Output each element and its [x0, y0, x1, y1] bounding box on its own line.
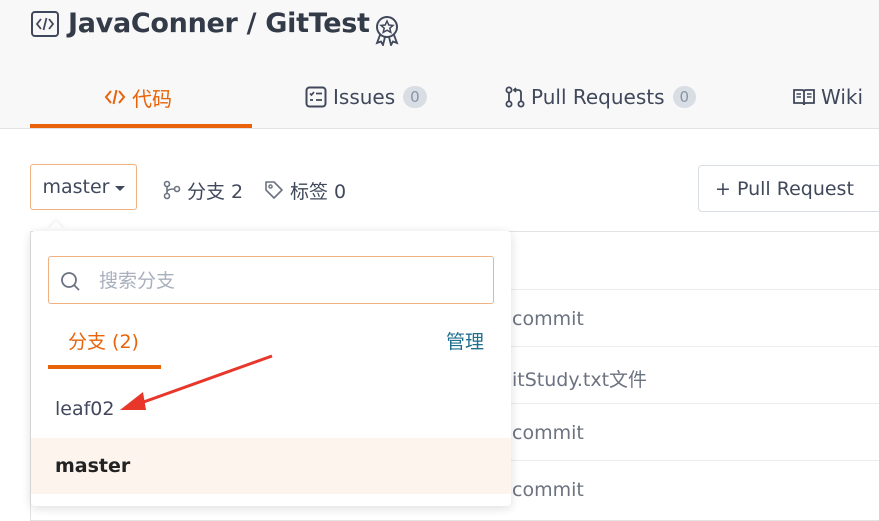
book-icon	[793, 89, 815, 106]
commit-message[interactable]: commit	[512, 422, 584, 444]
tab-code-label: 代码	[132, 86, 172, 111]
code-icon	[104, 89, 126, 105]
branch-search-box[interactable]	[48, 256, 494, 304]
branch-search-input[interactable]	[97, 265, 481, 297]
tab-wiki-label: Wiki	[821, 85, 864, 109]
caret-down-icon	[114, 185, 125, 191]
branch-item-leaf02[interactable]: leaf02	[31, 381, 511, 437]
branch-dropdown: 分支 (2) 管理 leaf02 master	[31, 231, 511, 506]
commit-message[interactable]: commit	[512, 479, 584, 501]
pull-request-icon	[505, 86, 525, 108]
tags-link[interactable]: 标签 0	[264, 176, 346, 204]
repo-header: JavaConner / GitTest 代码 Issues 0 Pull Re…	[0, 0, 879, 129]
branch-item-master[interactable]: master	[31, 438, 511, 494]
tags-count-label: 标签 0	[290, 180, 347, 203]
manage-branches-link[interactable]: 管理	[446, 327, 484, 354]
new-pull-request-button[interactable]: + Pull Request	[698, 165, 866, 212]
repo-title[interactable]: JavaConner / GitTest	[68, 8, 370, 39]
search-icon	[61, 272, 80, 291]
issues-count-badge: 0	[403, 86, 427, 108]
tag-icon	[265, 181, 283, 199]
award-icon[interactable]	[372, 14, 402, 46]
commit-message[interactable]: itStudy.txt文件	[512, 365, 647, 392]
commit-message[interactable]: commit	[512, 308, 584, 330]
tab-pull-requests[interactable]: Pull Requests 0	[505, 82, 697, 112]
active-tab-indicator	[30, 124, 252, 128]
tab-branches[interactable]: 分支 (2)	[68, 327, 139, 354]
branch-select-label: master	[42, 176, 110, 198]
pull-requests-count-badge: 0	[672, 86, 697, 108]
tab-issues-label: Issues	[333, 85, 396, 109]
branches-count-label: 分支 2	[187, 180, 244, 203]
branches-link[interactable]: 分支 2	[163, 176, 243, 204]
tab-pull-requests-label: Pull Requests	[531, 85, 665, 109]
active-tab-indicator	[48, 365, 161, 369]
branch-select-button[interactable]: master	[30, 164, 137, 210]
issues-icon	[305, 86, 327, 108]
repository-code-icon	[31, 11, 59, 37]
pull-request-dropdown-button[interactable]	[863, 165, 879, 212]
tab-wiki[interactable]: Wiki	[793, 82, 863, 112]
branch-icon	[163, 180, 181, 200]
tab-issues[interactable]: Issues 0	[305, 82, 427, 112]
tab-code[interactable]: 代码	[104, 82, 172, 112]
